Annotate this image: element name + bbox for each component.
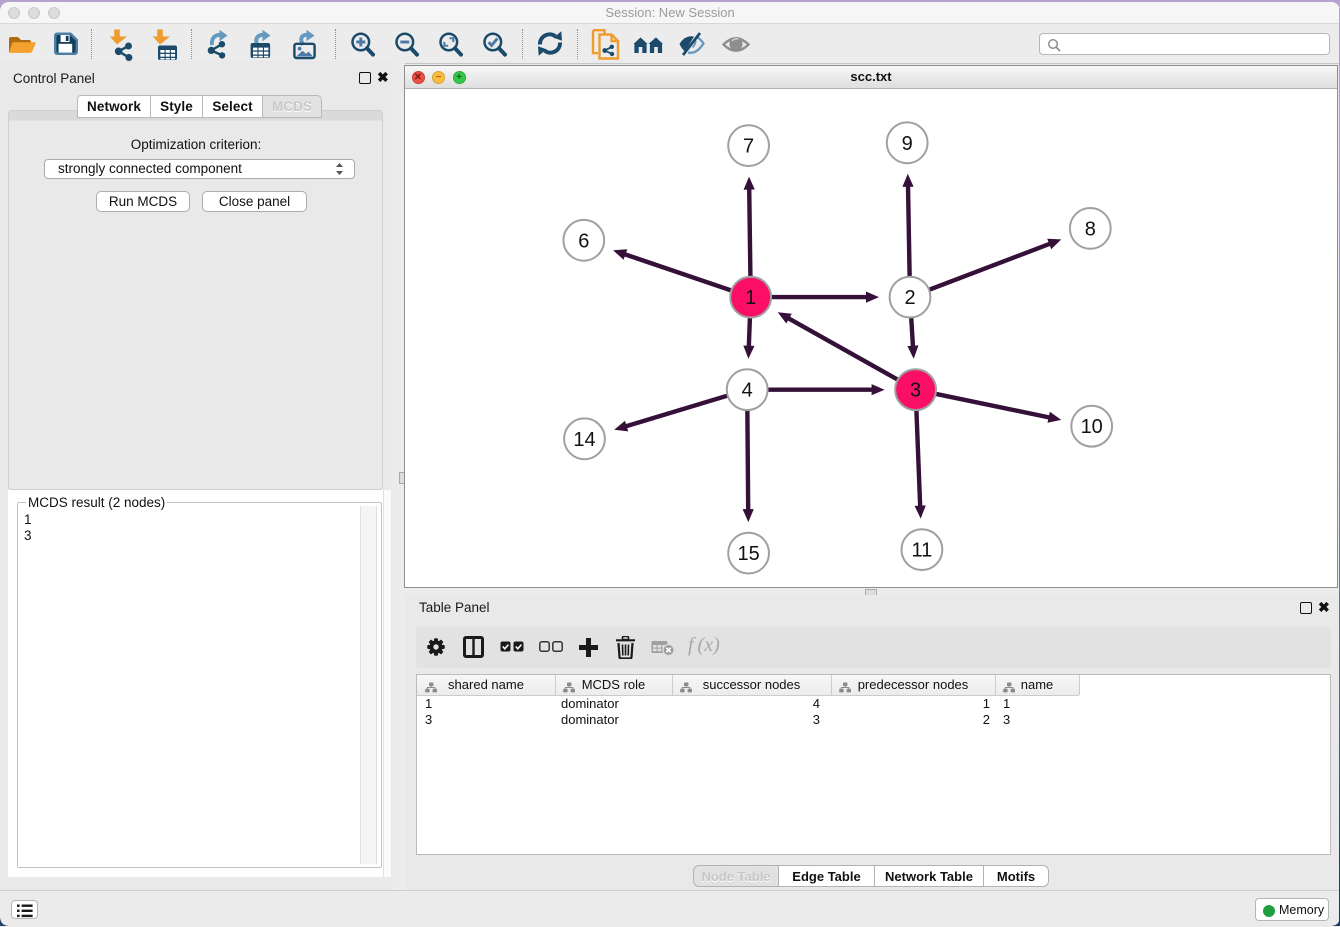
svg-text:2: 2 bbox=[904, 287, 915, 309]
svg-text:15: 15 bbox=[737, 543, 759, 565]
svg-text:11: 11 bbox=[912, 540, 933, 562]
svg-text:3: 3 bbox=[910, 380, 921, 402]
svg-text:14: 14 bbox=[573, 429, 595, 451]
svg-text:6: 6 bbox=[578, 230, 589, 252]
svg-text:9: 9 bbox=[902, 133, 913, 155]
svg-text:10: 10 bbox=[1081, 416, 1103, 438]
svg-text:1: 1 bbox=[745, 287, 756, 309]
svg-text:7: 7 bbox=[743, 136, 754, 158]
svg-text:4: 4 bbox=[742, 380, 753, 402]
svg-text:8: 8 bbox=[1085, 218, 1096, 240]
